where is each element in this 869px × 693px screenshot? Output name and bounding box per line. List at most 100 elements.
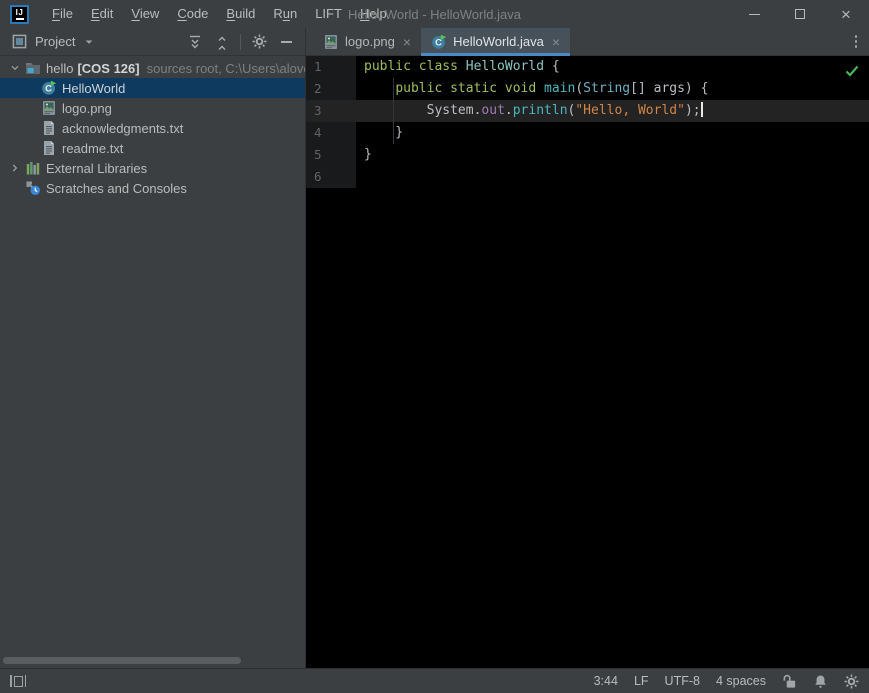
tab-logo-png[interactable]: logo.png × xyxy=(313,28,421,55)
settings-icon[interactable] xyxy=(250,33,268,51)
unlocked-padlock-icon[interactable] xyxy=(782,674,797,689)
tree-item-label: acknowledgments.txt xyxy=(62,120,184,136)
code-line-2[interactable]: 2 public static void main(String[] args)… xyxy=(306,78,869,100)
line-number: 5 xyxy=(306,144,356,166)
expand-all-icon[interactable] xyxy=(186,33,204,51)
tab-label: logo.png xyxy=(345,34,395,49)
code-editor[interactable]: 1 public class HelloWorld { 2 public stati… xyxy=(306,56,869,668)
gear-icon[interactable] xyxy=(844,674,859,689)
code-line-4[interactable]: 4 } xyxy=(306,122,869,144)
code-text: public static void main(String[] args) { xyxy=(395,81,709,96)
hide-icon[interactable] xyxy=(277,33,295,51)
code-text: public class HelloWorld { xyxy=(364,59,560,74)
tree-item-external-libraries[interactable]: External Libraries xyxy=(0,158,305,178)
code-line-6[interactable]: 6 xyxy=(306,166,869,188)
menu-lift[interactable]: LIFT xyxy=(306,0,351,28)
project-tree-panel: hello [COS 126] sources root, C:\Users\alo… xyxy=(0,56,306,668)
status-line-separator[interactable]: LF xyxy=(634,674,649,688)
bell-icon[interactable] xyxy=(813,674,828,689)
sources-root-folder-icon xyxy=(24,60,41,76)
line-number: 4 xyxy=(306,122,356,144)
text-file-icon xyxy=(40,140,57,156)
project-tree: hello [COS 126] sources root, C:\Users\alo… xyxy=(0,58,305,198)
chevron-right-icon[interactable] xyxy=(6,161,24,175)
image-file-icon xyxy=(323,34,339,50)
scratches-icon xyxy=(24,180,41,196)
maximize-button[interactable] xyxy=(777,0,823,28)
menu-code[interactable]: Code xyxy=(168,0,217,28)
tree-item-helloworld[interactable]: C HelloWorld xyxy=(0,78,305,98)
window-controls: × xyxy=(731,0,869,28)
menu-view[interactable]: View xyxy=(122,0,168,28)
project-toolwindow-icon xyxy=(10,33,28,51)
status-bar: 3:44 LF UTF-8 4 spaces xyxy=(0,668,869,693)
tree-item-hint: sources root, C:\Users\alovelace\ xyxy=(146,60,305,76)
close-tab-icon[interactable]: × xyxy=(403,35,411,49)
toolbar-row: Project logo.png × C HelloWorld.java × xyxy=(0,28,869,56)
code-lines: 1 public class HelloWorld { 2 public stati… xyxy=(306,56,869,188)
close-tab-icon[interactable]: × xyxy=(552,35,560,49)
tree-item-acknowledgments-txt[interactable]: acknowledgments.txt xyxy=(0,118,305,138)
more-options-icon[interactable] xyxy=(852,32,861,51)
intellij-logo-icon: IJ xyxy=(10,4,29,24)
menu-bar: File Edit View Code Build Run LIFT Help xyxy=(43,0,396,28)
line-number: 2 xyxy=(306,78,356,100)
main-area: hello [COS 126] sources root, C:\Users\alo… xyxy=(0,56,869,668)
tree-item-label: readme.txt xyxy=(62,140,124,156)
status-caret-position[interactable]: 3:44 xyxy=(594,674,618,688)
code-text: System.out.println("Hello, World"); xyxy=(356,100,869,122)
close-button[interactable]: × xyxy=(823,0,869,28)
tree-item-label: logo.png xyxy=(62,100,112,116)
code-text: } xyxy=(364,147,372,162)
code-line-5[interactable]: 5} xyxy=(306,144,869,166)
code-text: } xyxy=(364,125,404,140)
tab-helloworld-java[interactable]: C HelloWorld.java × xyxy=(421,28,571,56)
minimize-button[interactable] xyxy=(731,0,777,28)
tree-item-scratches-and-consoles[interactable]: Scratches and Consoles xyxy=(0,178,305,198)
tree-item-qualifier: [COS 126] xyxy=(77,60,140,76)
status-widgets: 3:44 LF UTF-8 4 spaces xyxy=(594,674,859,689)
java-class-icon: C xyxy=(40,80,57,96)
code-line-3[interactable]: 3 System.out.println("Hello, World"); xyxy=(306,100,869,122)
editor-tab-bar: logo.png × C HelloWorld.java × xyxy=(306,28,869,56)
window-title: Hello, World - HelloWorld.java xyxy=(348,6,521,22)
line-number: 3 xyxy=(306,100,356,122)
menu-build[interactable]: Build xyxy=(217,0,264,28)
menu-file[interactable]: File xyxy=(43,0,82,28)
indent-guide xyxy=(393,78,394,144)
tree-item-hello-root[interactable]: hello [COS 126] sources root, C:\Users\alo… xyxy=(0,58,305,78)
menu-run[interactable]: Run xyxy=(264,0,306,28)
status-encoding[interactable]: UTF-8 xyxy=(665,674,700,688)
status-indent[interactable]: 4 spaces xyxy=(716,674,766,688)
inspection-ok-check-icon[interactable] xyxy=(845,63,859,82)
chevron-down-icon[interactable] xyxy=(6,61,24,75)
maximize-icon xyxy=(795,9,805,19)
text-file-icon xyxy=(40,120,57,136)
close-icon: × xyxy=(841,4,851,24)
text-caret xyxy=(700,102,703,117)
collapse-all-icon[interactable] xyxy=(213,33,231,51)
tree-item-logo-png[interactable]: logo.png xyxy=(0,98,305,118)
toolwindow-switcher-button[interactable] xyxy=(8,673,28,689)
intellij-logo-text: IJ xyxy=(15,7,24,17)
project-toolwindow-header: Project xyxy=(0,28,306,55)
toolbar-separator xyxy=(240,33,241,50)
code-line-1[interactable]: 1 public class HelloWorld { xyxy=(306,56,869,78)
tree-item-label: hello xyxy=(46,60,74,76)
java-class-icon: C xyxy=(431,34,447,50)
tree-item-readme-txt[interactable]: readme.txt xyxy=(0,138,305,158)
line-number: 6 xyxy=(306,166,356,188)
tree-item-label: HelloWorld xyxy=(62,80,126,96)
title-bar: IJ File Edit View Code Build Run LIFT Help Hell… xyxy=(0,0,869,28)
line-number: 1 xyxy=(306,56,356,78)
project-panel-actions xyxy=(186,33,295,51)
minimize-icon xyxy=(748,13,760,15)
image-file-icon xyxy=(40,100,57,116)
libraries-icon xyxy=(24,160,41,176)
project-panel-title[interactable]: Project xyxy=(35,34,75,49)
horizontal-scrollbar[interactable] xyxy=(3,657,241,664)
project-dropdown-chevron-icon[interactable] xyxy=(83,36,95,48)
tab-label: HelloWorld.java xyxy=(453,34,544,49)
menu-edit[interactable]: Edit xyxy=(82,0,122,28)
